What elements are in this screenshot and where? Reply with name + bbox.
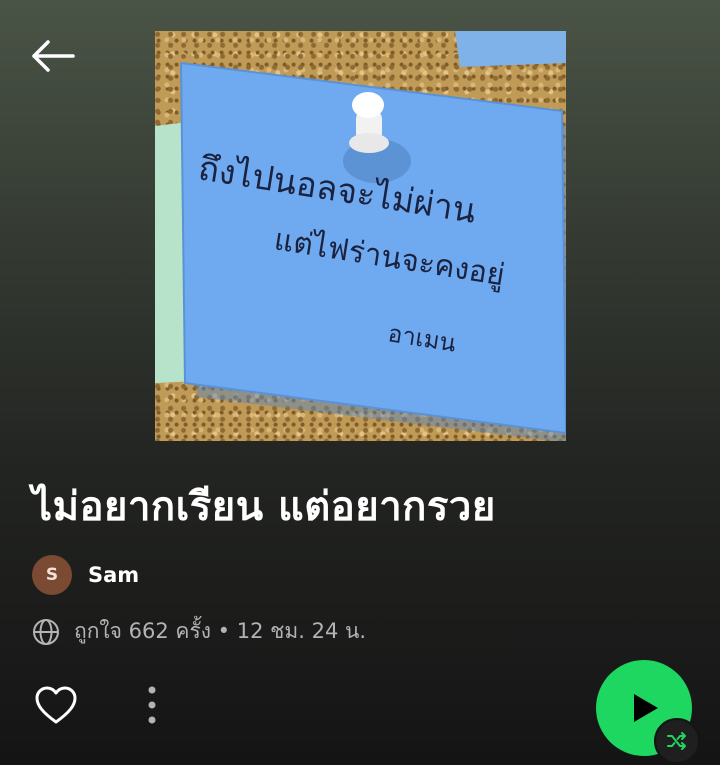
avatar: S	[32, 555, 72, 595]
action-bar	[0, 660, 720, 765]
more-options-button[interactable]	[130, 682, 174, 728]
playlist-title: ไม่อยากเรียน แต่อยากรวย	[32, 484, 496, 530]
shuffle-button[interactable]	[654, 718, 700, 764]
arrow-left-icon	[32, 40, 75, 72]
playlist-owner[interactable]: S Sam	[32, 555, 139, 595]
more-vertical-icon	[148, 686, 156, 724]
likes-and-duration: ถูกใจ 662 ครั้ง • 12 ชม. 24 น.	[74, 619, 367, 643]
globe-icon	[33, 618, 59, 645]
like-button[interactable]	[33, 682, 79, 728]
playlist-cover-image: ถึงไปนอลจะไม่ผ่าน แต่ไฟร่านจะคงอยู่ อาเม…	[155, 31, 566, 441]
heart-outline-icon	[35, 686, 77, 724]
owner-name: Sam	[88, 563, 140, 587]
back-button[interactable]	[26, 30, 78, 82]
play-icon	[634, 694, 658, 722]
playlist-meta: ถูกใจ 662 ครั้ง • 12 ชม. 24 น.	[32, 615, 366, 648]
shuffle-icon	[667, 732, 686, 750]
